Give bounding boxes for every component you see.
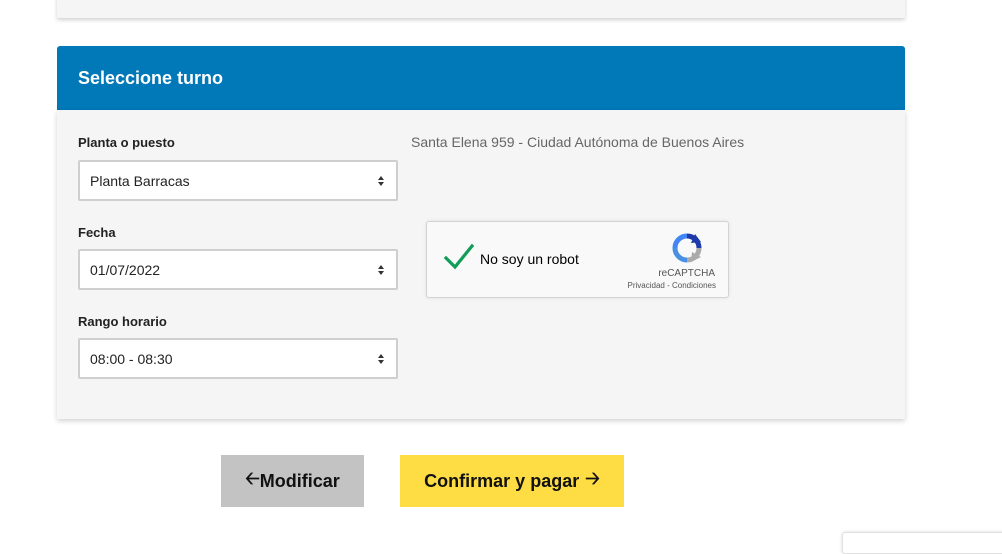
date-select-value: 01/07/2022 xyxy=(90,261,161,278)
date-select[interactable]: 01/07/2022 xyxy=(78,249,398,290)
recaptcha-widget: No soy un robot reCAPTCHA Privacidad - C… xyxy=(426,221,729,298)
modify-button[interactable]: 🡠 Modificar xyxy=(221,455,364,507)
section-title: Seleccione turno xyxy=(78,67,224,88)
location-select-value: Planta Barracas xyxy=(90,172,190,189)
select-caret-icon xyxy=(376,175,386,186)
time-range-select[interactable]: 08:00 - 08:30 xyxy=(78,338,398,379)
section-header: Seleccione turno xyxy=(57,46,905,110)
recaptcha-logo-icon xyxy=(672,233,702,263)
date-label: Fecha xyxy=(78,225,116,240)
recaptcha-brand: reCAPTCHA xyxy=(658,268,715,279)
section-body: Planta o puesto Planta Barracas Santa El… xyxy=(57,110,905,419)
checkmark-icon[interactable] xyxy=(443,242,475,272)
arrow-left-icon: 🡠 xyxy=(245,468,260,488)
confirm-pay-button[interactable]: Confirmar y pagar 🡢 xyxy=(400,455,624,507)
select-caret-icon xyxy=(376,353,386,364)
location-label: Planta o puesto xyxy=(78,135,175,150)
confirm-pay-button-label: Confirmar y pagar xyxy=(424,470,580,491)
location-address: Santa Elena 959 - Ciudad Autónoma de Bue… xyxy=(411,134,745,150)
previous-section-card xyxy=(57,0,905,18)
recaptcha-label: No soy un robot xyxy=(480,251,579,267)
recaptcha-links[interactable]: Privacidad - Condiciones xyxy=(628,281,717,290)
time-range-select-value: 08:00 - 08:30 xyxy=(90,350,173,367)
recaptcha-badge xyxy=(842,532,1002,554)
arrow-right-icon: 🡢 xyxy=(585,468,600,488)
location-select[interactable]: Planta Barracas xyxy=(78,160,398,201)
modify-button-label: Modificar xyxy=(259,470,340,491)
select-caret-icon xyxy=(376,264,386,275)
time-range-label: Rango horario xyxy=(78,314,167,329)
